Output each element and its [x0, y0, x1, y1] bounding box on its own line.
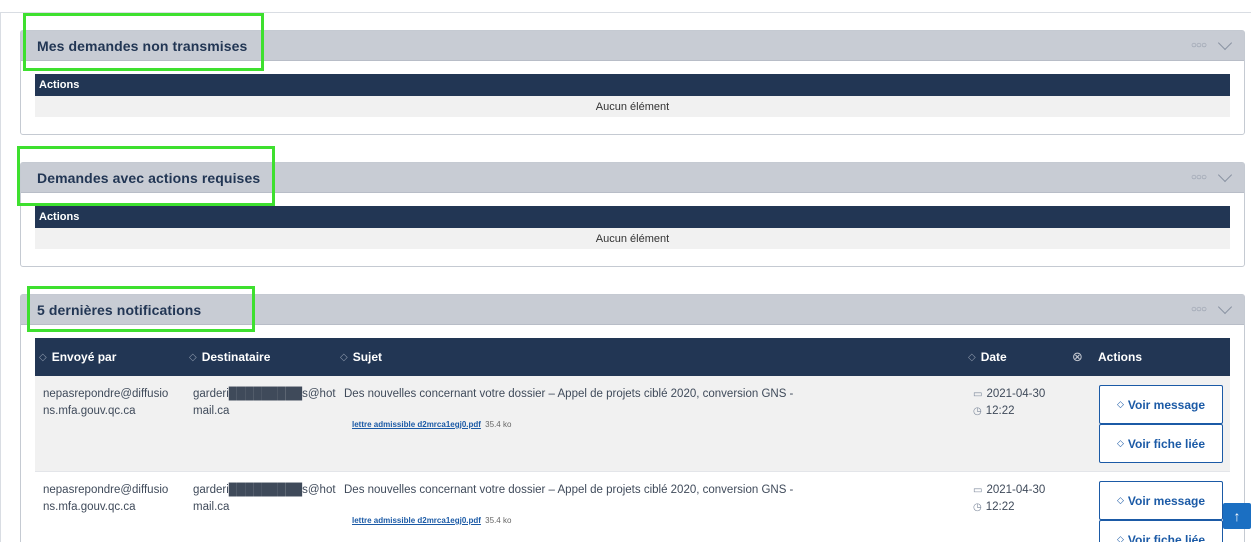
attachment-link[interactable]: lettre admissible d2mrca1egj0.pdf — [352, 420, 481, 429]
button-label: Voir message — [1127, 397, 1206, 412]
table-header-actions: Actions — [35, 74, 1230, 96]
view-message-button[interactable]: ◇ Voir message — [1099, 481, 1223, 520]
chevron-down-icon[interactable] — [1217, 35, 1233, 51]
attachment-size: 35.4 ko — [485, 516, 512, 525]
recipient-cell: garderi█████████s@hot mail.ca — [193, 386, 336, 420]
subject-text: Des nouvelles concernant votre dossier –… — [344, 388, 794, 400]
sort-icon: ◇ — [39, 351, 47, 363]
more-icon[interactable]: ○○○ — [1191, 172, 1207, 183]
calendar-icon: ▭ — [973, 389, 983, 400]
column-label: Sujet — [352, 350, 383, 364]
requests-table: Actions Aucun élément — [35, 206, 1230, 249]
left-divider — [0, 12, 1, 542]
date-cell: ▭ 2021-04-30 ◷ 12:22 — [973, 386, 1045, 420]
more-icon[interactable]: ○○○ — [1191, 40, 1207, 51]
annotation-highlight — [23, 13, 264, 71]
recipient-text: mail.ca — [193, 405, 230, 417]
subject-cell: Des nouvelles concernant votre dossier –… — [344, 386, 793, 403]
sort-icon: ◇ — [968, 351, 976, 363]
table-row: nepasrepondre@diffusio ns.mfa.gouv.qc.ca… — [35, 472, 1230, 542]
clock-icon: ◷ — [973, 502, 982, 513]
scroll-to-top-button[interactable]: ↑ — [1223, 503, 1251, 529]
clear-filter-icon[interactable]: ⊗ — [1072, 338, 1083, 376]
column-label: Destinataire — [201, 350, 271, 364]
annotation-highlight — [27, 286, 255, 332]
column-date[interactable]: ◇ Date — [968, 338, 1007, 376]
subject-text: Des nouvelles concernant votre dossier –… — [344, 484, 794, 496]
sender-cell: nepasrepondre@diffusio ns.mfa.gouv.qc.ca — [43, 386, 168, 420]
chevron-down-icon[interactable] — [1217, 167, 1233, 183]
panel-tools: ○○○ — [1191, 299, 1233, 315]
view-message-button[interactable]: ◇ Voir message — [1099, 385, 1223, 424]
recipient-text: mail.ca — [193, 501, 230, 513]
sender-text: nepasrepondre@diffusio — [43, 484, 169, 496]
button-label: Voir fiche liée — [1127, 532, 1206, 542]
table-header: ◇ Envoyé par ◇ Destinataire ◇ Sujet ◇ Da… — [35, 338, 1230, 376]
eye-icon: ◇ — [1116, 399, 1124, 409]
column-subject[interactable]: ◇ Sujet — [340, 338, 382, 376]
chevron-down-icon[interactable] — [1217, 299, 1233, 315]
subject-cell: Des nouvelles concernant votre dossier –… — [344, 482, 793, 499]
view-linked-record-button[interactable]: ◇ Voir fiche liée — [1099, 520, 1223, 542]
arrow-up-icon: ↑ — [1233, 508, 1241, 524]
annotation-highlight — [17, 146, 275, 206]
requests-table: Actions Aucun élément — [35, 74, 1230, 117]
empty-message: Aucun élément — [35, 228, 1230, 249]
column-label: Envoyé par — [51, 350, 117, 364]
view-linked-record-button[interactable]: ◇ Voir fiche liée — [1099, 424, 1223, 463]
panel-tools: ○○○ — [1191, 35, 1233, 51]
column-recipient[interactable]: ◇ Destinataire — [189, 338, 270, 376]
attachment-link[interactable]: lettre admissible d2mrca1egj0.pdf — [352, 516, 481, 525]
sender-text: nepasrepondre@diffusio — [43, 388, 169, 400]
column-actions: Actions — [1098, 338, 1142, 376]
panel-tools: ○○○ — [1191, 167, 1233, 183]
column-sender[interactable]: ◇ Envoyé par — [39, 338, 116, 376]
time-text: 12:22 — [985, 405, 1015, 417]
eye-icon: ◇ — [1116, 495, 1124, 505]
sender-cell: nepasrepondre@diffusio ns.mfa.gouv.qc.ca — [43, 482, 168, 516]
sort-icon: ◇ — [189, 351, 197, 363]
date-text: 2021-04-30 — [986, 388, 1046, 400]
recipient-text: garderi█████████s@hot — [193, 388, 336, 400]
date-text: 2021-04-30 — [986, 484, 1046, 496]
attachment: lettre admissible d2mrca1egj0.pdf 35.4 k… — [352, 516, 511, 525]
date-cell: ▭ 2021-04-30 ◷ 12:22 — [973, 482, 1045, 516]
sort-icon: ◇ — [340, 351, 348, 363]
table-header-actions: Actions — [35, 206, 1230, 228]
calendar-icon: ▭ — [973, 485, 983, 496]
attachment-size: 35.4 ko — [485, 420, 512, 429]
recipient-text: garderi█████████s@hot — [193, 484, 336, 496]
button-label: Voir fiche liée — [1127, 436, 1206, 451]
notifications-table: ◇ Envoyé par ◇ Destinataire ◇ Sujet ◇ Da… — [35, 338, 1230, 542]
recipient-cell: garderi█████████s@hot mail.ca — [193, 482, 336, 516]
attachment: lettre admissible d2mrca1egj0.pdf 35.4 k… — [352, 420, 511, 429]
empty-message: Aucun élément — [35, 96, 1230, 117]
sender-text: ns.mfa.gouv.qc.ca — [43, 405, 136, 417]
eye-icon: ◇ — [1116, 534, 1124, 542]
column-label: Actions — [1098, 350, 1143, 364]
column-label: Date — [980, 350, 1007, 364]
more-icon[interactable]: ○○○ — [1191, 304, 1207, 315]
clock-icon: ◷ — [973, 406, 982, 417]
eye-icon: ◇ — [1116, 438, 1124, 448]
sender-text: ns.mfa.gouv.qc.ca — [43, 501, 136, 513]
button-label: Voir message — [1127, 493, 1206, 508]
time-text: 12:22 — [985, 501, 1015, 513]
table-row: nepasrepondre@diffusio ns.mfa.gouv.qc.ca… — [35, 376, 1230, 472]
